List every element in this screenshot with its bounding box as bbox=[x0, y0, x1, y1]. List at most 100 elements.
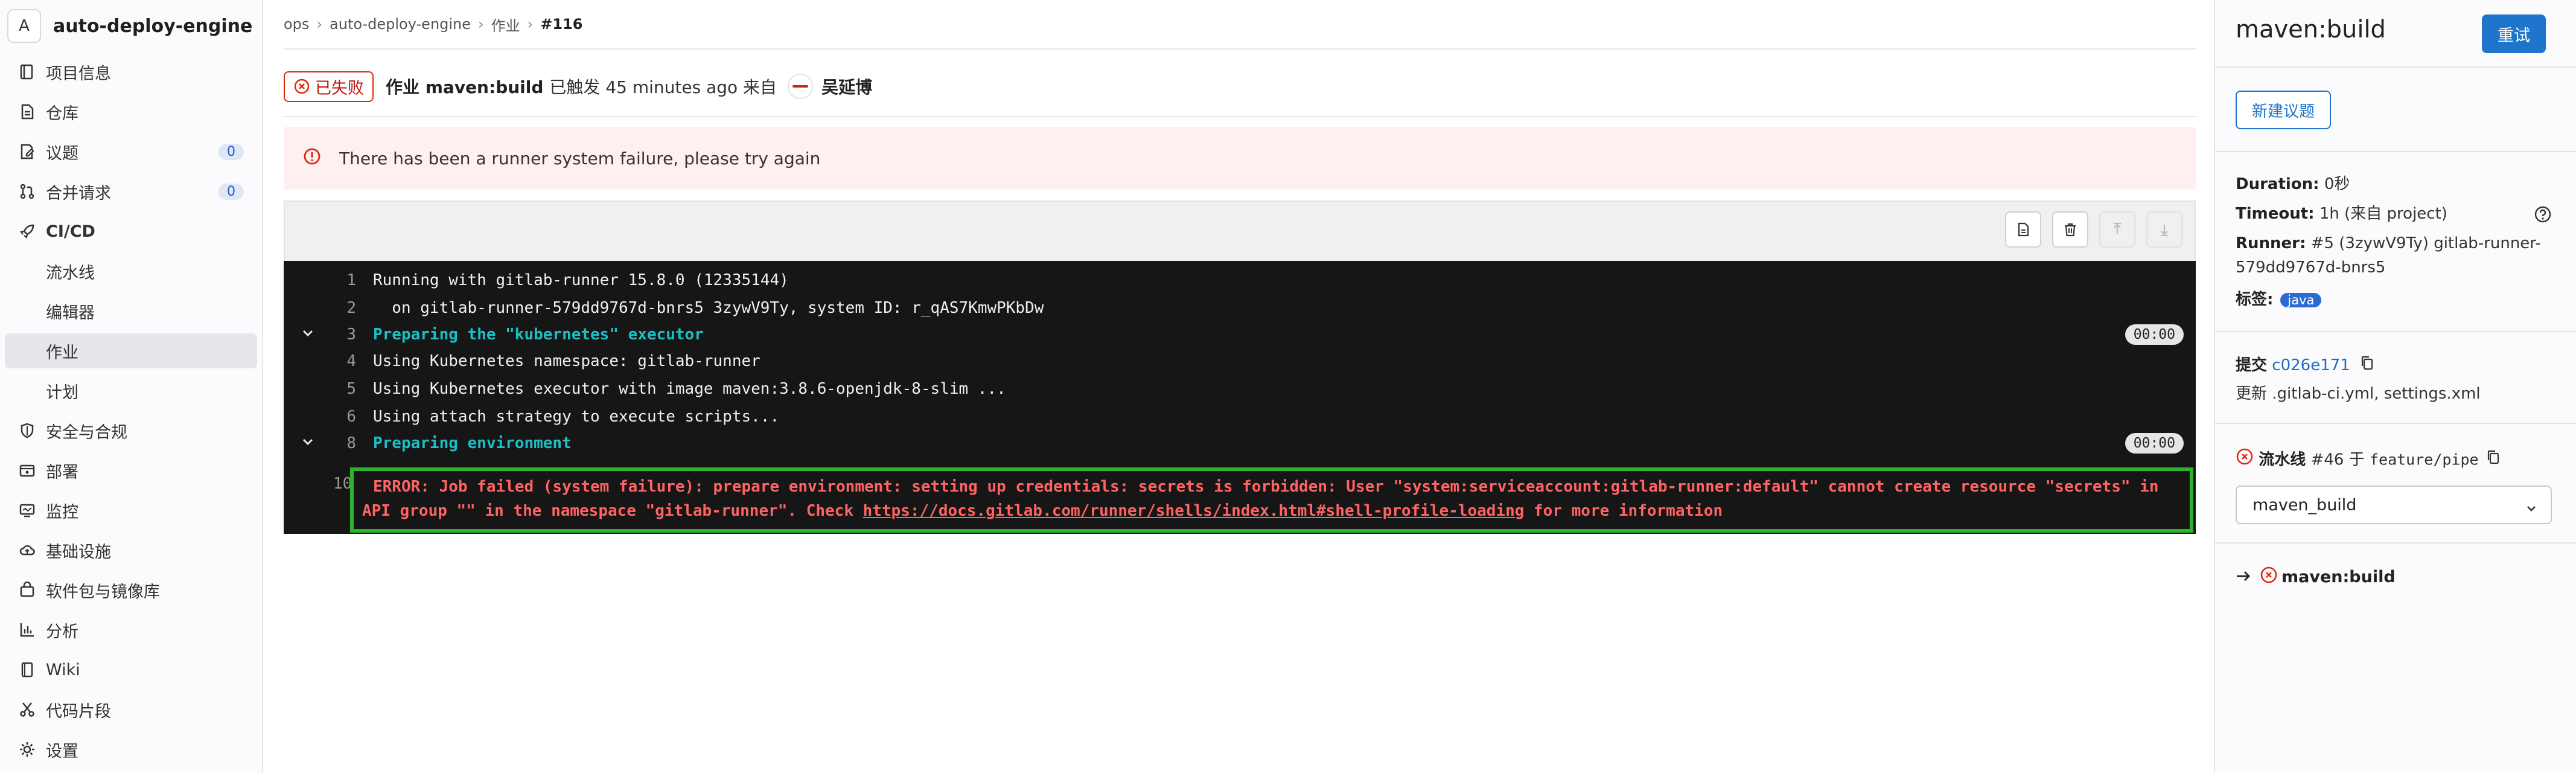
copy-icon[interactable] bbox=[2360, 354, 2374, 378]
sidebar-item-label: 仓库 bbox=[46, 104, 78, 123]
breadcrumb-jobs[interactable]: 作业 bbox=[491, 14, 520, 35]
divider bbox=[2215, 542, 2576, 544]
pipeline-id-link[interactable]: #46 bbox=[2311, 451, 2344, 469]
help-icon[interactable] bbox=[2534, 205, 2552, 231]
sidebar-item-packages[interactable]: 软件包与镜像库 bbox=[5, 573, 257, 608]
sidebar-item-repository[interactable]: 仓库 bbox=[5, 94, 257, 129]
retry-button[interactable]: 重试 bbox=[2482, 14, 2546, 53]
line-number[interactable]: 5 bbox=[284, 380, 356, 398]
sidebar-item-wiki[interactable]: Wiki bbox=[5, 652, 257, 687]
sidebar-item-label: 作业 bbox=[46, 343, 78, 362]
chart-icon bbox=[17, 620, 37, 640]
docs-link[interactable]: https://docs.gitlab.com/runner/shells/in… bbox=[863, 502, 1525, 520]
log-text: Using Kubernetes executor with image mav… bbox=[373, 380, 1006, 398]
sidebar-item-issues[interactable]: 议题 0 bbox=[5, 134, 257, 169]
chevron-right-icon: › bbox=[316, 16, 323, 33]
sidebar-item-jobs[interactable]: 作业 bbox=[5, 333, 257, 368]
branch-link[interactable]: feature/pipe bbox=[2370, 451, 2479, 469]
log-section-header[interactable]: 8 Preparing environment 00:00 bbox=[284, 430, 2196, 457]
status-badge[interactable]: 已失败 bbox=[284, 71, 374, 102]
copy-icon[interactable] bbox=[2486, 448, 2501, 472]
user-name-link[interactable]: 吴延博 bbox=[821, 74, 872, 98]
avatar[interactable] bbox=[788, 74, 814, 99]
error-line-2: API group "" in the namespace "gitlab-ru… bbox=[362, 499, 1723, 523]
sidebar-item-label: 监控 bbox=[46, 502, 78, 522]
project-header[interactable]: A auto-deploy-engine bbox=[7, 7, 256, 45]
log-text: Running with gitlab-runner 15.8.0 (12335… bbox=[373, 271, 789, 289]
line-number[interactable]: 2 bbox=[284, 299, 356, 317]
sidebar-item-label: 部署 bbox=[46, 463, 78, 482]
log-toolbar bbox=[284, 200, 2196, 261]
sidebar-item-settings[interactable]: 设置 bbox=[5, 732, 257, 767]
log-section-header[interactable]: 3 Preparing the "kubernetes" executor 00… bbox=[284, 321, 2196, 348]
deployments-icon bbox=[17, 460, 37, 481]
runner-value: #5 (3zywV9Ty) gitlab-runner- bbox=[2310, 234, 2541, 252]
line-number[interactable]: 4 bbox=[284, 352, 356, 370]
sidebar-item-deployments[interactable]: 部署 bbox=[5, 453, 257, 488]
project-icon bbox=[17, 62, 37, 82]
breadcrumb-project[interactable]: auto-deploy-engine bbox=[330, 16, 471, 33]
line-number[interactable]: 8 bbox=[284, 434, 356, 452]
line-number[interactable]: 3 bbox=[284, 326, 356, 344]
line-number[interactable]: 10 bbox=[333, 475, 352, 493]
tags-row: 标签: java bbox=[2236, 287, 2552, 312]
sidebar-item-label: CI/CD bbox=[46, 222, 95, 241]
log-line: 2 on gitlab-runner-579dd9767d-bnrs5 3zyw… bbox=[284, 295, 2196, 321]
project-avatar: A bbox=[7, 9, 41, 43]
line-number[interactable]: 1 bbox=[284, 271, 356, 289]
divider bbox=[2215, 66, 2576, 68]
divider bbox=[2215, 151, 2576, 152]
sidebar-item-merge-requests[interactable]: 合并请求 0 bbox=[5, 174, 257, 209]
scroll-to-bottom-button[interactable] bbox=[2146, 211, 2182, 248]
pipeline-row: 流水线 #46 于 feature/pipe bbox=[2236, 447, 2552, 473]
package-icon bbox=[17, 580, 37, 600]
sidebar-item-label: 编辑器 bbox=[46, 303, 95, 322]
scroll-to-top-button[interactable] bbox=[2099, 211, 2135, 248]
sidebar-item-editor[interactable]: 编辑器 bbox=[5, 293, 257, 329]
sidebar-item-analytics[interactable]: 分析 bbox=[5, 612, 257, 647]
tags-label: 标签: bbox=[2236, 290, 2274, 309]
sidebar-item-snippets[interactable]: 代码片段 bbox=[5, 692, 257, 727]
tag-badge[interactable]: java bbox=[2280, 293, 2322, 307]
sidebar-item-label: 合并请求 bbox=[46, 184, 111, 203]
sidebar-item-monitor[interactable]: 监控 bbox=[5, 493, 257, 528]
sidebar-item-schedules[interactable]: 计划 bbox=[5, 373, 257, 408]
error-text-pre: API group "" in the namespace "gitlab-ru… bbox=[362, 502, 863, 520]
log-text: Preparing environment bbox=[373, 434, 572, 452]
stage-select[interactable]: maven_build bbox=[2236, 486, 2552, 524]
runner-label: Runner: bbox=[2236, 234, 2306, 252]
issues-count-badge: 0 bbox=[218, 143, 244, 160]
breadcrumb: ops › auto-deploy-engine › 作业 › #116 bbox=[284, 12, 582, 36]
rocket-icon bbox=[17, 221, 37, 242]
sidebar: A auto-deploy-engine 项目信息 仓库 议题 0 合并请求 0… bbox=[0, 0, 263, 773]
scroll-up-icon bbox=[2114, 223, 2121, 234]
erase-log-button[interactable] bbox=[2052, 211, 2088, 248]
scroll-down-icon bbox=[2161, 225, 2168, 236]
sidebar-item-cicd[interactable]: CI/CD bbox=[5, 214, 257, 249]
log-text: Using attach strategy to execute scripts… bbox=[373, 408, 780, 426]
sidebar-item-label: 基础设施 bbox=[46, 542, 111, 562]
job-header: 已失败 作业 maven:build 已触发 45 minutes ago 来自… bbox=[284, 71, 872, 102]
sidebar-item-project-info[interactable]: 项目信息 bbox=[5, 54, 257, 89]
sidebar-item-pipelines[interactable]: 流水线 bbox=[5, 254, 257, 289]
section-duration-badge: 00:00 bbox=[2125, 324, 2184, 345]
commit-sha-link[interactable]: c026e171 bbox=[2272, 356, 2350, 374]
show-raw-button[interactable] bbox=[2005, 211, 2041, 248]
new-issue-button[interactable]: 新建议题 bbox=[2236, 91, 2331, 129]
line-number[interactable]: 6 bbox=[284, 408, 356, 426]
book-icon bbox=[17, 659, 37, 680]
divider bbox=[2215, 331, 2576, 332]
sidebar-item-infrastructure[interactable]: 基础设施 bbox=[5, 533, 257, 568]
stage-select-value: maven_build bbox=[2252, 495, 2357, 515]
breadcrumb-ops[interactable]: ops bbox=[284, 16, 309, 33]
breadcrumb-current-job[interactable]: #116 bbox=[540, 16, 582, 33]
pipeline-label: 流水线 bbox=[2259, 451, 2306, 469]
job-list-item[interactable]: maven:build bbox=[2236, 565, 2396, 589]
sidebar-item-security[interactable]: 安全与合规 bbox=[5, 413, 257, 448]
section-duration-badge: 00:00 bbox=[2125, 433, 2184, 454]
log-text: Using Kubernetes namespace: gitlab-runne… bbox=[373, 352, 760, 370]
merge-request-icon bbox=[17, 181, 37, 202]
cloud-icon bbox=[17, 540, 37, 560]
timeout-value: 1h (来自 project) bbox=[2319, 205, 2447, 223]
shield-icon bbox=[17, 420, 37, 441]
